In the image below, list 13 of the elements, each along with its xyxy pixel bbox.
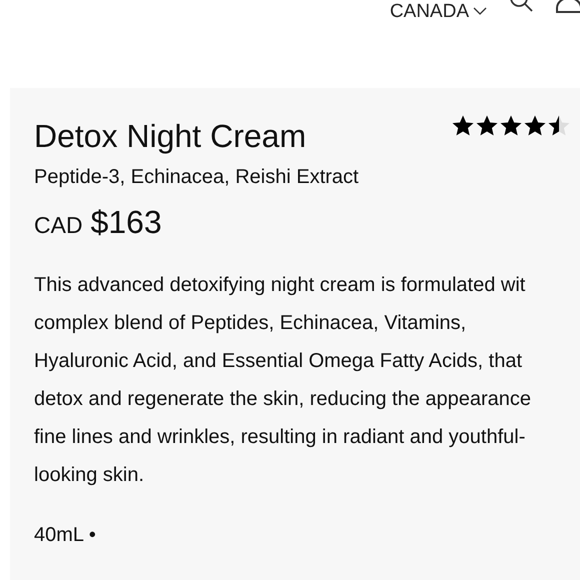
star-icon: [547, 114, 572, 138]
size-option[interactable]: 40mL •: [34, 520, 96, 550]
ingredients-text: Peptide-3, Echinacea, Reishi Extract: [34, 165, 360, 190]
star-icon: [523, 114, 548, 138]
price: $163: [90, 203, 162, 242]
product-title: Detox Night Cream: [34, 117, 306, 156]
region-selector[interactable]: CANADA: [390, 0, 487, 26]
star-icon: [499, 114, 524, 138]
chevron-down-icon: [473, 7, 487, 16]
star-icon: [451, 114, 476, 138]
star-icon: [475, 114, 500, 138]
currency-label: CAD: [34, 211, 83, 240]
product-description: This advanced detoxifying night cream is formulated wit complex blend of Peptides, Echinacea, Vitamins, Hyaluronic Acid, and Essential Omega Fatty Acids, that detox and regenerate the skin, reducing the appearance fine lines and wrinkles, resulting in radiant and youthful- looking skin.: [34, 273, 532, 488]
